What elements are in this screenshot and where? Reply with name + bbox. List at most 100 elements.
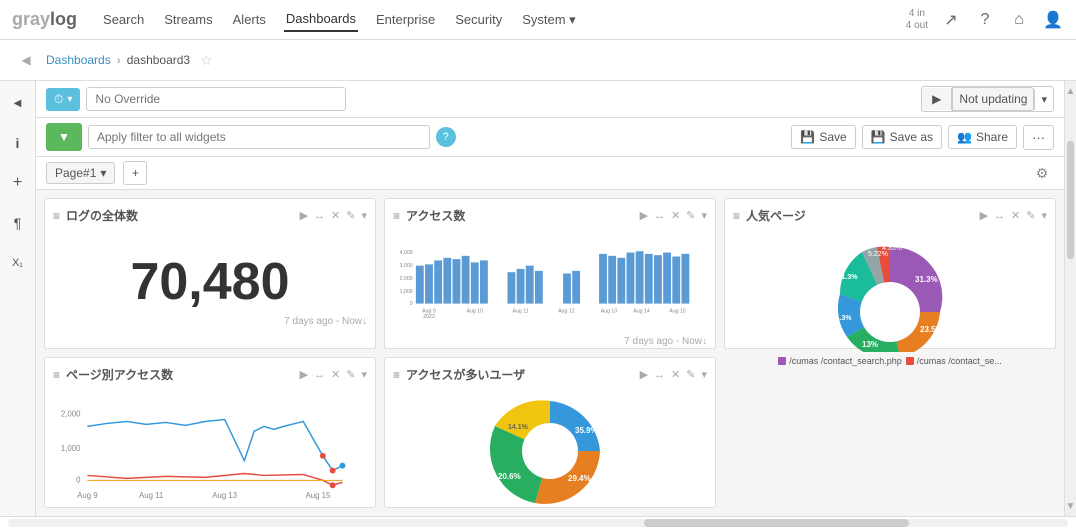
external-link-icon[interactable]: ↗ bbox=[940, 9, 962, 31]
sidebar-btn-subscript[interactable]: X₁ bbox=[4, 249, 32, 277]
widget-play-btn5[interactable]: ▶ bbox=[640, 368, 648, 381]
filter-button[interactable]: ▼ bbox=[46, 123, 82, 151]
svg-text:Aug 13: Aug 13 bbox=[212, 491, 237, 500]
nav-enterprise[interactable]: Enterprise bbox=[374, 8, 437, 31]
donut-users-svg: 35.9% 29.4% 20.6% 14.1% bbox=[480, 391, 620, 511]
widget-edit-btn4[interactable]: ✎ bbox=[346, 368, 355, 381]
legend-color-1 bbox=[778, 357, 786, 365]
sidebar-btn-collapse[interactable]: ◀ bbox=[4, 89, 32, 117]
widget-page-access-title: ページ別アクセス数 bbox=[66, 366, 294, 383]
widget-expand-btn2[interactable]: ↔ bbox=[654, 210, 665, 222]
svg-text:Aug 13: Aug 13 bbox=[601, 309, 618, 315]
share-icon: 👥 bbox=[957, 130, 972, 144]
svg-text:29.4%: 29.4% bbox=[568, 474, 591, 483]
filter-input[interactable] bbox=[88, 125, 430, 149]
widget-more-btn[interactable]: ▾ bbox=[361, 209, 367, 222]
save-button[interactable]: 💾 Save bbox=[791, 125, 855, 149]
widget-expand-btn3[interactable]: ↔ bbox=[994, 210, 1005, 222]
access-count-timerange: 7 days ago - Now↓ bbox=[393, 336, 707, 347]
nav-security[interactable]: Security bbox=[453, 8, 504, 31]
add-page-button[interactable]: + bbox=[123, 161, 147, 185]
widget-page-access: ≡ ページ別アクセス数 ▶ ↔ ✕ ✎ ▾ 2,000 1,000 bbox=[44, 357, 376, 508]
play-icon: ▶ bbox=[932, 92, 941, 106]
widget-menu-icon4: ≡ bbox=[53, 368, 60, 382]
play-not-updating-group: ▶ Not updating ▾ bbox=[921, 86, 1054, 112]
bottom-scroll-thumb[interactable] bbox=[644, 519, 909, 527]
legend-color-2 bbox=[906, 357, 914, 365]
svg-text:2,000: 2,000 bbox=[61, 410, 81, 419]
nav-streams[interactable]: Streams bbox=[162, 8, 214, 31]
widget-expand-btn4[interactable]: ↔ bbox=[314, 369, 325, 381]
page-tab-1[interactable]: Page#1 ▾ bbox=[46, 162, 115, 184]
svg-text:35.9%: 35.9% bbox=[575, 426, 598, 435]
widget-more-btn4[interactable]: ▾ bbox=[361, 368, 367, 381]
widget-more-btn5[interactable]: ▾ bbox=[701, 368, 707, 381]
svg-text:4,000: 4,000 bbox=[400, 250, 413, 256]
widget-close-btn4[interactable]: ✕ bbox=[331, 368, 340, 381]
user-icon[interactable]: 👤 bbox=[1042, 9, 1064, 31]
widget-expand-btn[interactable]: ↔ bbox=[314, 210, 325, 222]
bar-chart-svg: 4,000 3,000 2,000 1,000 0 bbox=[393, 232, 707, 332]
widget-edit-btn3[interactable]: ✎ bbox=[1026, 209, 1035, 222]
bottom-scroll-track[interactable] bbox=[8, 519, 1068, 527]
widget-play-btn2[interactable]: ▶ bbox=[640, 209, 648, 222]
sidebar-btn-paragraph[interactable]: ¶ bbox=[4, 209, 32, 237]
scroll-track[interactable] bbox=[1065, 101, 1076, 496]
sidebar-btn-add[interactable]: + bbox=[4, 169, 32, 197]
bar-chart: 4,000 3,000 2,000 1,000 0 bbox=[393, 232, 707, 332]
widget-edit-btn2[interactable]: ✎ bbox=[686, 209, 695, 222]
more-options-button[interactable]: ··· bbox=[1023, 125, 1054, 150]
time-picker-button[interactable]: ⏱ ▾ bbox=[46, 88, 80, 111]
not-updating-dropdown[interactable]: ▾ bbox=[1034, 89, 1053, 110]
widget-play-btn[interactable]: ▶ bbox=[300, 209, 308, 222]
not-updating-label[interactable]: Not updating bbox=[952, 87, 1034, 111]
widget-play-btn3[interactable]: ▶ bbox=[980, 209, 988, 222]
widget-log-count-controls: ▶ ↔ ✕ ✎ ▾ bbox=[300, 209, 367, 222]
nav-dashboards[interactable]: Dashboards bbox=[284, 7, 358, 32]
legend-item-2: /cumas /contact_se... bbox=[906, 356, 1002, 366]
widget-log-count: ≡ ログの全体数 ▶ ↔ ✕ ✎ ▾ 70,480 7 days ago - N… bbox=[44, 198, 376, 349]
legend-label-2: /cumas /contact_se... bbox=[917, 356, 1002, 366]
help-icon[interactable]: ? bbox=[974, 9, 996, 31]
share-button[interactable]: 👥 Share bbox=[948, 125, 1017, 149]
filter-help-icon[interactable]: ? bbox=[436, 127, 456, 147]
widget-menu-icon2: ≡ bbox=[393, 209, 400, 223]
scroll-up-btn[interactable]: ▲ bbox=[1065, 81, 1076, 101]
widget-edit-btn[interactable]: ✎ bbox=[346, 209, 355, 222]
nav-search[interactable]: Search bbox=[101, 8, 146, 31]
donut-popular-svg: 31.3% 23.5% 13% 11.3% 11.3% 5.22% 4.35% bbox=[810, 232, 970, 352]
svg-text:Aug 11: Aug 11 bbox=[512, 309, 528, 315]
right-scrollbar[interactable]: ▲ ▼ bbox=[1064, 81, 1076, 516]
scroll-thumb[interactable] bbox=[1067, 141, 1074, 260]
widget-more-btn2[interactable]: ▾ bbox=[701, 209, 707, 222]
toolbar-row2: ▼ ? 💾 Save 💾 Save as 👥 Share ··· bbox=[36, 118, 1064, 157]
widget-edit-btn5[interactable]: ✎ bbox=[686, 368, 695, 381]
donut-popular-legend: /cumas /contact_search.php /cumas /conta… bbox=[778, 356, 1002, 366]
override-input[interactable] bbox=[86, 87, 346, 111]
save-as-button[interactable]: 💾 Save as bbox=[862, 125, 942, 149]
traffic-badge: 4 in 4 out bbox=[906, 8, 928, 32]
home-icon[interactable]: ⌂ bbox=[1008, 9, 1030, 31]
widget-close-btn[interactable]: ✕ bbox=[331, 209, 340, 222]
scroll-down-btn[interactable]: ▼ bbox=[1065, 496, 1076, 516]
svg-text:0: 0 bbox=[410, 301, 413, 307]
widget-close-btn2[interactable]: ✕ bbox=[671, 209, 680, 222]
widget-close-btn3[interactable]: ✕ bbox=[1011, 209, 1020, 222]
sidebar-collapse-btn[interactable]: ◀ bbox=[12, 46, 40, 74]
widget-more-btn3[interactable]: ▾ bbox=[1041, 209, 1047, 222]
svg-text:0: 0 bbox=[76, 475, 81, 484]
nav-alerts[interactable]: Alerts bbox=[231, 8, 268, 31]
svg-text:Aug 15: Aug 15 bbox=[669, 309, 686, 315]
widget-expand-btn5[interactable]: ↔ bbox=[654, 369, 665, 381]
breadcrumb-parent[interactable]: Dashboards bbox=[46, 53, 111, 67]
dashboard-settings-icon[interactable]: ⚙ bbox=[1030, 161, 1054, 185]
widget-play-btn4[interactable]: ▶ bbox=[300, 368, 308, 381]
sidebar-btn-info[interactable]: i bbox=[4, 129, 32, 157]
favorite-star-icon[interactable]: ☆ bbox=[200, 52, 213, 69]
line-chart-svg: 2,000 1,000 0 bbox=[53, 391, 367, 501]
widget-close-btn5[interactable]: ✕ bbox=[671, 368, 680, 381]
nav-system[interactable]: System ▾ bbox=[520, 8, 577, 32]
breadcrumb: ◀ Dashboards › dashboard3 ☆ bbox=[0, 40, 1076, 81]
svg-text:5.22%: 5.22% bbox=[868, 251, 888, 258]
play-button[interactable]: ▶ bbox=[922, 88, 952, 110]
